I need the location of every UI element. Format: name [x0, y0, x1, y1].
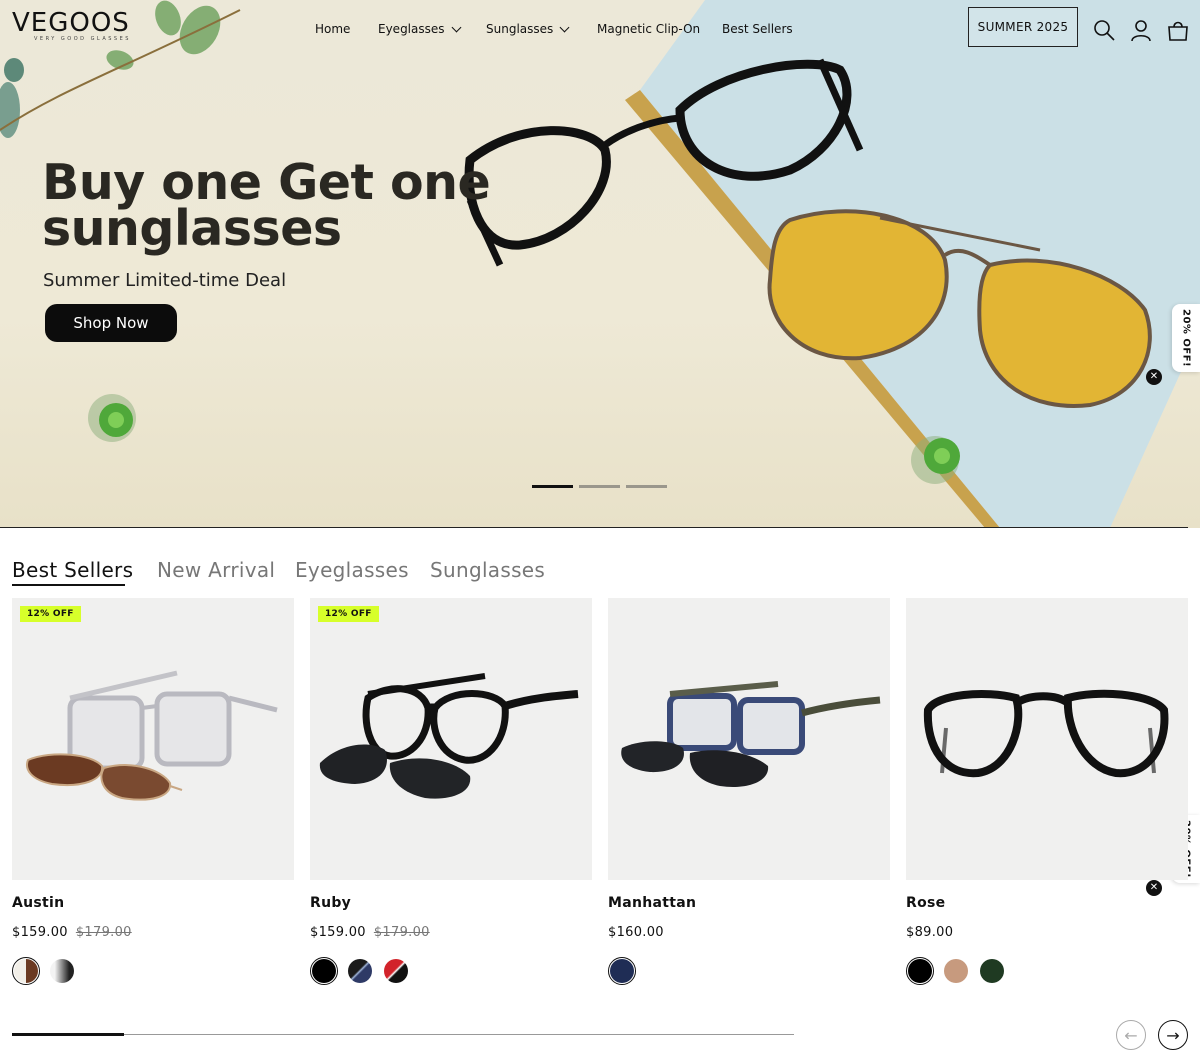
close-icon[interactable]: ✕	[1146, 880, 1162, 896]
product-name[interactable]: Austin	[12, 895, 64, 911]
product-name[interactable]: Rose	[906, 895, 945, 911]
product-card[interactable]: 12% OFF Austin $159.00 $179.00	[12, 598, 294, 985]
carousel-scroll-thumb[interactable]	[12, 1033, 124, 1036]
slide-dot[interactable]	[626, 485, 667, 488]
cart-icon[interactable]	[1166, 18, 1190, 42]
product-price: $159.00 $179.00	[310, 925, 430, 940]
tab-best-sellers[interactable]: Best Sellers	[12, 558, 133, 582]
brand-logo[interactable]: VEGOOS VERY GOOD GLASSES	[12, 8, 131, 42]
nav-label: Sunglasses	[486, 22, 554, 36]
tab-sunglasses[interactable]: Sunglasses	[430, 558, 545, 582]
product-card[interactable]: 12% OFF Ruby $159.00 $179.00	[310, 598, 592, 985]
color-swatches	[906, 957, 1006, 985]
active-tab-underline	[12, 584, 125, 586]
nav-label: Best Sellers	[722, 22, 793, 36]
color-swatch[interactable]	[346, 957, 374, 985]
nav-label: Eyeglasses	[378, 22, 445, 36]
discount-badge: 12% OFF	[318, 606, 379, 622]
slide-indicators	[532, 485, 667, 488]
nav-sunglasses[interactable]: Sunglasses	[486, 22, 570, 36]
color-swatch[interactable]	[942, 957, 970, 985]
color-swatches	[12, 957, 76, 985]
product-price: $89.00	[906, 925, 953, 940]
color-swatch[interactable]	[978, 957, 1006, 985]
discount-badge: 12% OFF	[20, 606, 81, 622]
search-icon[interactable]	[1092, 18, 1116, 42]
account-icon[interactable]	[1129, 18, 1153, 42]
current-price: $160.00	[608, 925, 664, 940]
succulent-left	[88, 394, 136, 442]
slide-dot[interactable]	[532, 485, 573, 488]
brand-name: VEGOOS	[12, 8, 130, 38]
hero-banner: VEGOOS VERY GOOD GLASSES Home Eyeglasses…	[0, 0, 1200, 528]
product-ruby-photo	[319, 673, 579, 799]
hero-subtitle: Summer Limited-time Deal	[43, 270, 287, 291]
chevron-down-icon	[451, 22, 461, 32]
nav-label: Home	[315, 22, 351, 36]
hero-background	[0, 0, 1200, 528]
current-price: $159.00	[310, 925, 366, 940]
arrow-right-icon: →	[1166, 1025, 1180, 1045]
product-card[interactable]: Rose $89.00	[906, 598, 1188, 985]
hero-title: Buy one Get one sunglasses	[42, 154, 491, 257]
color-swatches	[608, 957, 636, 985]
close-icon[interactable]: ✕	[1146, 369, 1162, 385]
product-image[interactable]	[608, 598, 890, 880]
discount-side-tab[interactable]: 20% OFF!	[1172, 304, 1200, 372]
discount-label: 20% OFF!	[1180, 308, 1192, 368]
product-name[interactable]: Ruby	[310, 895, 351, 911]
product-rose-photo	[923, 689, 1169, 778]
product-austin-photo	[26, 670, 278, 801]
product-price: $160.00	[608, 925, 664, 940]
carousel-next-button[interactable]: →	[1158, 1020, 1188, 1050]
tab-eyeglasses[interactable]: Eyeglasses	[295, 558, 409, 582]
color-swatch[interactable]	[310, 957, 338, 985]
product-name[interactable]: Manhattan	[608, 895, 696, 911]
current-price: $159.00	[12, 925, 68, 940]
brand-tagline: VERY GOOD GLASSES	[34, 36, 131, 42]
product-image[interactable]: 12% OFF	[310, 598, 592, 880]
original-price: $179.00	[75, 925, 132, 940]
nav-eyeglasses[interactable]: Eyeglasses	[378, 22, 461, 36]
divider	[0, 527, 1188, 528]
product-manhattan-photo	[621, 681, 881, 787]
carousel-prev-button[interactable]: ←	[1116, 1020, 1146, 1050]
color-swatch[interactable]	[48, 957, 76, 985]
nav-label: Magnetic Clip-On	[597, 22, 701, 36]
color-swatches	[310, 957, 410, 985]
color-swatch[interactable]	[382, 957, 410, 985]
nav-magnetic-clip-on[interactable]: Magnetic Clip-On	[597, 22, 700, 36]
product-image[interactable]	[906, 598, 1188, 880]
arrow-left-icon: ←	[1124, 1025, 1138, 1045]
current-price: $89.00	[906, 925, 954, 940]
shop-now-button[interactable]: Shop Now	[45, 304, 177, 342]
tab-new-arrival[interactable]: New Arrival	[157, 558, 275, 582]
slide-dot[interactable]	[579, 485, 620, 488]
nav-best-sellers[interactable]: Best Sellers	[722, 22, 793, 36]
product-image[interactable]: 12% OFF	[12, 598, 294, 880]
chevron-down-icon	[559, 22, 570, 32]
color-swatch[interactable]	[608, 957, 636, 985]
product-card[interactable]: Manhattan $160.00	[608, 598, 890, 985]
product-price: $159.00 $179.00	[12, 925, 132, 940]
color-swatch[interactable]	[12, 957, 40, 985]
original-price: $179.00	[373, 925, 430, 940]
nav-home[interactable]: Home	[315, 22, 350, 36]
summer-promo-button[interactable]: SUMMER 2025	[968, 7, 1078, 47]
carousel-scrollbar[interactable]	[12, 1034, 794, 1035]
color-swatch[interactable]	[906, 957, 934, 985]
